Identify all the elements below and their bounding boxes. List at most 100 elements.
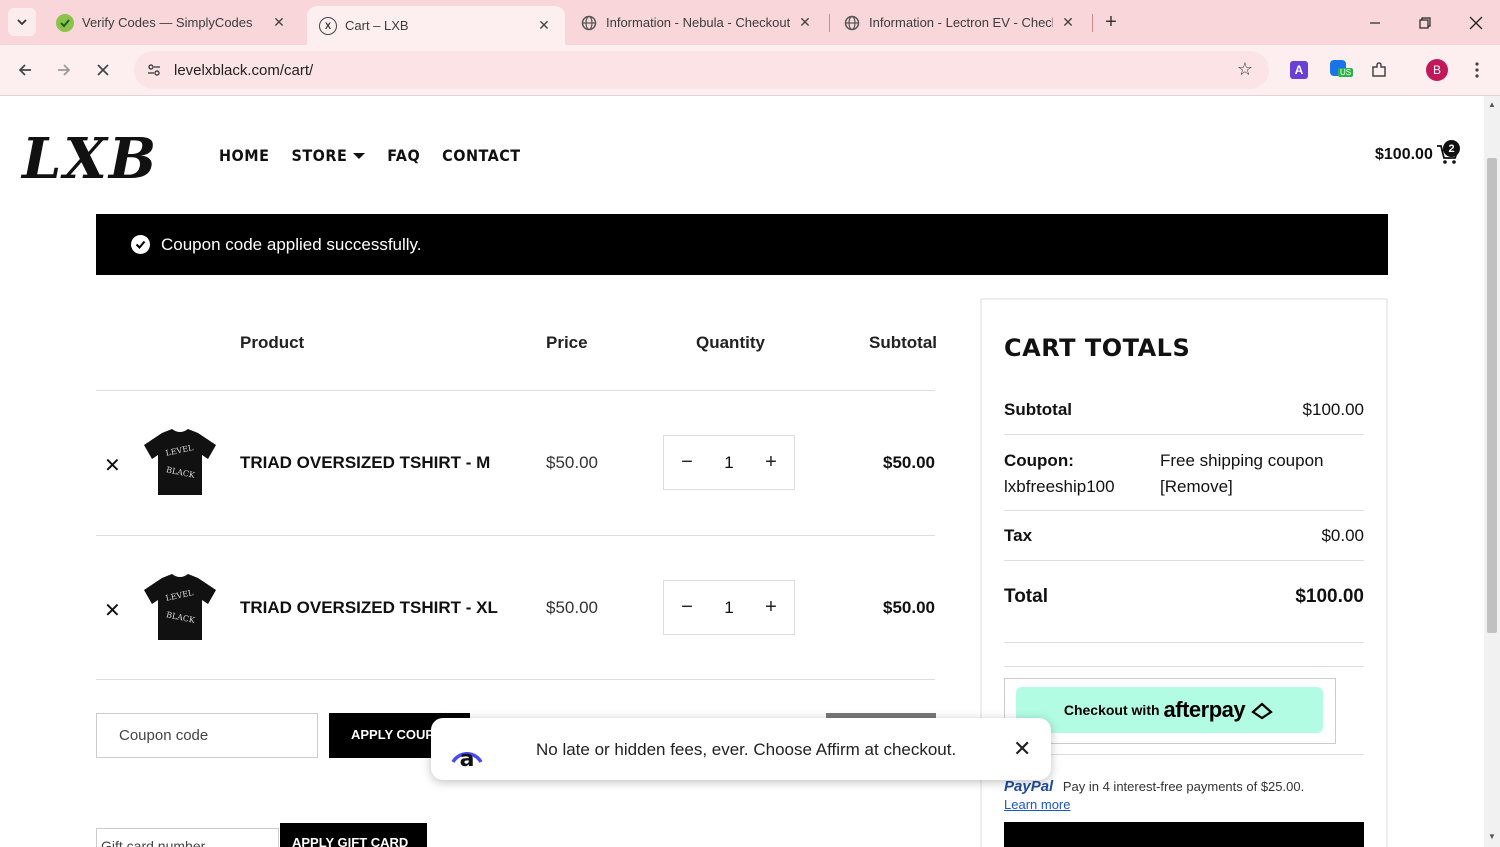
vpn-shield-extension-icon[interactable]: US [1328,58,1354,82]
site-info-icon[interactable] [142,58,166,82]
cart-count-badge: 2 [1443,140,1460,157]
close-tab-icon[interactable]: ✕ [270,14,288,32]
afterpay-checkout-button[interactable]: Checkout with afterpay [1016,687,1323,733]
close-tab-icon[interactable]: ✕ [796,14,814,32]
col-header-subtotal: Subtotal [869,333,937,352]
nav-home[interactable]: HOME [219,146,269,165]
caret-down-icon [353,152,366,159]
simplycodes-favicon-icon [56,13,74,32]
minus-icon[interactable]: − [678,596,696,619]
product-price: $50.00 [546,598,598,617]
paypal-logo: PayPal [1004,778,1054,795]
paypal-message-text: Pay in 4 interest-free payments of $25.0… [1062,779,1305,794]
header-cart-total[interactable]: $100.00 [1375,146,1433,164]
stop-loading-icon[interactable] [89,56,117,84]
subtotal-value: $100.00 [1302,400,1364,419]
extension-a-icon[interactable]: A [1287,58,1311,82]
globe-icon [843,14,861,32]
tab-lectron[interactable]: Information - Lectron EV - Checkout ✕ [831,0,1089,45]
afterpay-prefix: Checkout with [1063,702,1160,718]
tab-title: Information - Nebula - Checkout [606,15,790,30]
tab-title: Information - Lectron EV - Checkout [869,15,1053,30]
divider [1004,666,1364,667]
line-subtotal: $50.00 [883,598,935,617]
divider [1004,754,1364,755]
tshirt-thumbnail[interactable]: LEVEL BLACK [140,427,220,499]
nav-store-label: STORE [291,146,348,165]
nav-store[interactable]: STORE [291,146,366,165]
scroll-up-icon[interactable]: ▲ [1487,100,1497,110]
coupon-label-text: Coupon: [1004,451,1074,470]
subtotal-row: Subtotal $100.00 [1004,400,1364,422]
browser-toolbar: levelxblack.com/cart/ ☆ A US B [0,45,1500,96]
new-tab-plus-icon[interactable]: + [1100,11,1122,33]
scroll-down-icon[interactable]: ▼ [1487,832,1497,842]
tax-label: Tax [1004,526,1033,545]
remove-item-icon[interactable]: ✕ [104,598,121,623]
coupon-label: Coupon: lxbfreeship100 [1004,448,1115,500]
col-header-product: Product [240,333,305,352]
address-bar[interactable]: levelxblack.com/cart/ ☆ [134,51,1269,89]
paypal-learn-more-link[interactable]: Learn more [1004,797,1374,812]
remove-coupon-link[interactable]: [Remove] [1160,477,1233,496]
tab-nebula[interactable]: Information - Nebula - Checkout ✕ [568,0,826,45]
cart-row: ✕ LEVEL BLACK TRIAD OVERSIZED TSHIRT - X… [96,536,935,680]
lxb-favicon-icon: X [319,16,337,35]
quantity-stepper: − 1 + [663,580,795,635]
plus-icon[interactable]: + [762,596,780,619]
page-scrollbar[interactable]: ▲ ▼ [1484,96,1500,847]
apply-gift-card-button[interactable]: APPLY GIFT CARD [280,823,427,847]
extension-badge: US [1338,68,1354,77]
proceed-to-checkout-button[interactable] [1004,822,1364,847]
forward-arrow-icon[interactable] [50,56,78,84]
close-tab-icon[interactable]: ✕ [535,17,553,35]
quantity-value[interactable]: 1 [724,453,733,473]
coupon-code-text: lxbfreeship100 [1004,477,1115,496]
minimize-icon[interactable] [1351,0,1399,45]
product-name[interactable]: TRIAD OVERSIZED TSHIRT - XL [240,598,498,618]
nav-faq[interactable]: FAQ [387,146,420,165]
tshirt-thumbnail[interactable]: LEVEL BLACK [140,572,220,644]
minus-icon[interactable]: − [678,451,696,474]
coupon-code-input[interactable]: Coupon code [96,713,318,758]
restore-icon[interactable] [1401,0,1449,45]
gift-card-input[interactable]: Gift card number [96,828,279,847]
product-price: $50.00 [546,453,598,472]
affirm-logo-icon: a [451,747,483,768]
tab-simplycodes[interactable]: Verify Codes — SimplyCodes ✕ [44,0,300,45]
nav-contact[interactable]: CONTACT [442,146,520,165]
more-menu-icon[interactable] [1465,58,1489,82]
divider [1004,434,1364,435]
tab-cart-lxb[interactable]: X Cart – LXB ✕ [307,6,565,45]
col-header-quantity: Quantity [696,333,765,352]
chevron-down-icon [17,19,27,26]
tab-divider [829,14,830,32]
coupon-success-notice: Coupon code applied successfully. [96,214,1388,275]
tab-title: Cart – LXB [345,18,409,33]
bookmark-star-icon[interactable]: ☆ [1237,59,1253,80]
extensions-puzzle-icon[interactable] [1367,58,1391,82]
cart-row: ✕ LEVEL BLACK TRIAD OVERSIZED TSHIRT - M… [96,391,935,535]
quantity-value[interactable]: 1 [724,598,733,618]
product-name[interactable]: TRIAD OVERSIZED TSHIRT - M [240,453,490,473]
tax-row: Tax $0.00 [1004,526,1364,548]
remove-item-icon[interactable]: ✕ [104,453,121,478]
total-label: Total [1004,586,1048,607]
tab-divider [1092,14,1093,32]
col-header-price: Price [546,333,588,352]
close-window-icon[interactable] [1452,0,1500,45]
scrollbar-thumb[interactable] [1487,158,1497,633]
total-value: $100.00 [1295,586,1364,607]
line-subtotal: $50.00 [883,453,935,472]
afterpay-container: Checkout with afterpay [1004,678,1336,744]
close-tab-icon[interactable]: ✕ [1059,14,1077,32]
check-circle-icon [131,235,150,254]
profile-avatar[interactable]: B [1425,58,1449,82]
globe-icon [580,14,598,32]
paypal-pay-later-message: PayPal Pay in 4 interest-free payments o… [1004,778,1374,812]
close-icon[interactable]: ✕ [1013,736,1031,762]
back-arrow-icon[interactable] [11,56,39,84]
plus-icon[interactable]: + [762,451,780,474]
tab-search-button[interactable] [8,8,36,36]
site-logo[interactable]: LXB [22,126,158,192]
